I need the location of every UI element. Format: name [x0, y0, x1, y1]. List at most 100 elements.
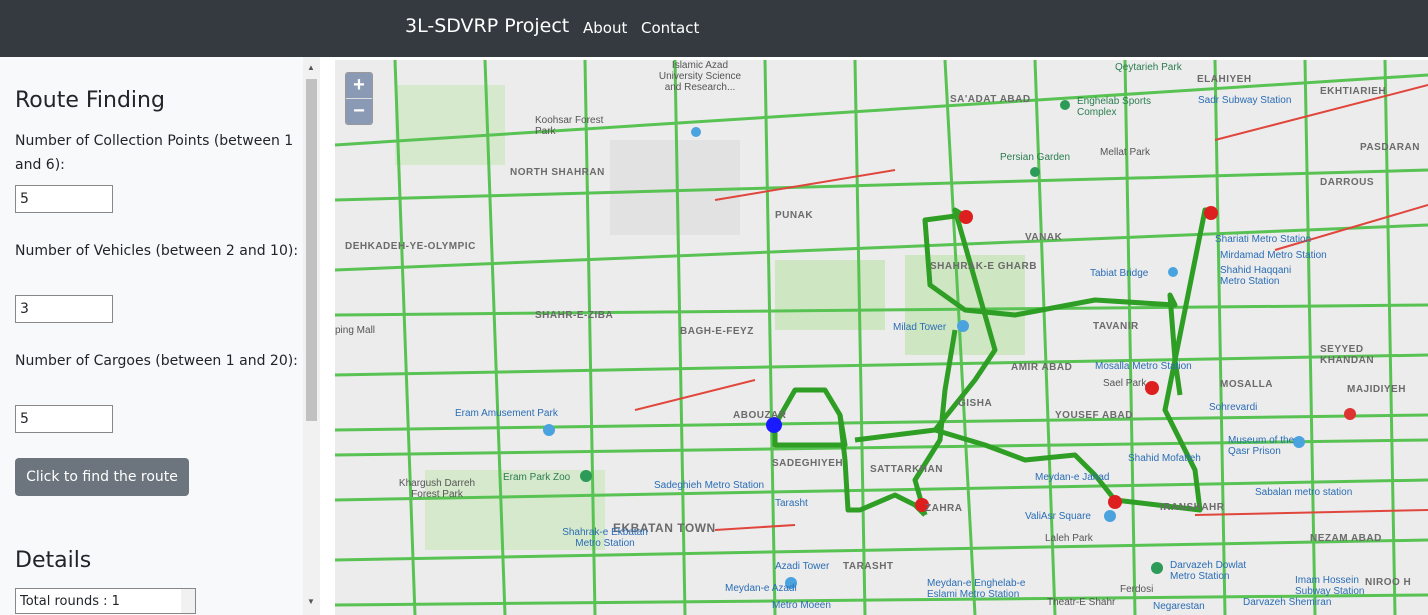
label-abouzar: ABOUZAR [733, 410, 787, 421]
label-milad-tower: Milad Tower [893, 322, 947, 333]
label-meydan-jahad: Meydan-e Jahad [1035, 472, 1110, 483]
find-route-button[interactable]: Click to find the route [15, 458, 189, 496]
label-mosalla: MOSALLA [1220, 379, 1273, 390]
poi-zoo-icon [580, 470, 592, 482]
zoom-out-button[interactable]: − [346, 98, 372, 124]
label-eram-park: Eram Amusement Park [455, 408, 558, 419]
map[interactable]: Qeytarieh Park ELAHIYEH Sadr Subway Stat… [335, 60, 1428, 615]
label-persian-garden: Persian Garden [1000, 152, 1071, 163]
map-block [610, 140, 740, 235]
label-darvazeh-shemiran: Darvazeh Shemiran [1243, 597, 1332, 608]
poi-milad-icon [957, 320, 969, 332]
label-darrous: DARROUS [1320, 177, 1375, 188]
brand-title[interactable]: 3L-SDVRP Project [405, 15, 569, 37]
poi-darvazeh-icon [1151, 562, 1163, 574]
label-sadeghieh-metro: Sadeghieh Metro Station [654, 480, 765, 491]
vehicles-input[interactable]: 3 [15, 295, 113, 323]
label-tarasht-caps: TARASHT [843, 561, 894, 572]
label-metro-moeen: Metro Moeen [772, 600, 831, 611]
label-khargush: Khargush Darreh Forest Park [398, 478, 476, 500]
scroll-down-icon[interactable]: ▼ [307, 597, 315, 606]
navbar: 3L-SDVRP Project About Contact [0, 0, 1428, 57]
label-valiasr-square: ValiAsr Square [1025, 511, 1091, 522]
collection-point-1 [959, 210, 973, 224]
vehicles-label: Number of Vehicles (between 2 and 10): [15, 243, 299, 259]
label-iranshahr: IRANSHAHR [1160, 502, 1225, 513]
poi-eram-icon [543, 424, 555, 436]
sidebar: Route Finding Number of Collection Point… [0, 57, 320, 615]
label-tavanir: TAVANIR [1093, 321, 1139, 332]
label-punak: PUNAK [775, 210, 814, 221]
label-shahid-haqqani: Shahid Haqqani Metro Station [1220, 265, 1292, 287]
label-enghelab-sports: Enghelab Sports Complex [1077, 96, 1151, 118]
label-shahrak-gharb: SHAHRAK-E GHARB [930, 261, 1037, 272]
label-azadi-tower: Azadi Tower [775, 561, 830, 572]
details-textarea[interactable]: Total rounds : 1 [15, 588, 196, 614]
label-gisha: GISHA [958, 398, 993, 409]
label-seyyed-khandan: SEYYED KHANDAN [1320, 344, 1375, 366]
label-sadr: Sadr Subway Station [1198, 95, 1292, 106]
label-ekhtiarieh: EKHTIARIEH [1320, 86, 1387, 97]
label-tarasht: Tarasht [775, 498, 808, 509]
label-amir-abad: AMIR ABAD [1011, 362, 1073, 373]
scroll-up-icon[interactable]: ▲ [307, 63, 315, 72]
label-qeytarieh: Qeytarieh Park [1115, 62, 1182, 73]
label-elahiyeh: ELAHIYEH [1197, 74, 1252, 85]
label-mosalla-metro: Mosalla Metro Station [1095, 361, 1192, 372]
poi-university-icon [691, 127, 701, 137]
label-yousef-abad: YOUSEF ABAD [1055, 410, 1133, 421]
label-mall: ping Mall [335, 325, 376, 336]
sidebar-scrollbar[interactable]: ▲ ▼ [303, 57, 320, 615]
poi-garden-icon [1030, 167, 1040, 177]
map-canvas[interactable] [335, 60, 1428, 615]
zoom-in-button[interactable]: + [346, 73, 372, 98]
label-negarestan: Negarestan [1153, 601, 1205, 612]
cargoes-label: Number of Cargoes (between 1 and 20): [15, 353, 298, 369]
nav-link-about[interactable]: About [583, 19, 627, 37]
label-mirdamad-metro: Mirdamad Metro Station [1220, 250, 1327, 261]
label-sadeghiyeh: SADEGHIYEH [772, 458, 844, 469]
label-bagh-e-feyz: BAGH-E-FEYZ [680, 326, 754, 337]
label-meydan-azadi: Meydan-e Azadi [725, 583, 797, 594]
label-pasdaran: PASDARAN [1360, 142, 1420, 153]
label-laleh-park: Laleh Park [1045, 533, 1093, 544]
label-shahid-mofatteh: Shahid Mofatteh [1128, 453, 1201, 464]
label-shahr-e-ziba: SHAHR-E-ZIBA [535, 310, 614, 321]
collection-point-5 [1108, 495, 1122, 509]
label-zahra: ZAHRA [925, 503, 963, 514]
label-sohrevardi: Sohrevardi [1209, 402, 1258, 413]
poi-alert-icon [1344, 408, 1356, 420]
scroll-thumb[interactable] [306, 79, 317, 421]
cargoes-input[interactable]: 5 [15, 405, 113, 433]
label-koohsar: Koohsar Forest Park [535, 115, 604, 137]
map-park-west [775, 260, 885, 330]
details-scrollbar[interactable] [181, 589, 195, 613]
details-text: Total rounds : 1 [20, 594, 120, 609]
route-finding-title: Route Finding [15, 88, 165, 113]
label-sabalan-metro: Sabalan metro station [1255, 487, 1353, 498]
label-mellat-park: Mellat Park [1100, 147, 1151, 158]
label-darvazeh-dowlat: Darvazeh Dowlat Metro Station [1170, 560, 1247, 582]
poi-bridge-icon [1168, 267, 1178, 277]
label-eram-zoo: Eram Park Zoo [503, 472, 571, 483]
zoom-control: + − [345, 72, 373, 125]
label-theatr-shahr: Theatr-E Shahr [1047, 597, 1116, 608]
label-north-shahran: NORTH SHAHRAN [510, 167, 605, 178]
label-meydan-enghelab: Meydan-e Enghelab-e Eslami Metro Station [927, 578, 1026, 600]
label-tabiat-bridge: Tabiat Bridge [1090, 268, 1149, 279]
nav-link-contact[interactable]: Contact [641, 19, 699, 37]
collection-points-input[interactable]: 5 [15, 185, 113, 213]
label-ferdosi: Ferdosi [1120, 584, 1154, 595]
label-niroo: NIROO H [1365, 577, 1412, 588]
details-title: Details [15, 548, 92, 573]
collection-points-label: Number of Collection Points (between 1 a… [15, 133, 294, 173]
label-saadat-abad: SA'ADAT ABAD [950, 94, 1031, 105]
label-islamic-azad: Islamic Azad University Science and Rese… [658, 60, 742, 93]
label-dehkadeh: DEHKADEH-YE-OLYMPIC [345, 241, 476, 252]
label-museum-qasr: Museum of the Qasr Prison [1228, 435, 1295, 457]
poi-valiasr-icon [1104, 510, 1116, 522]
poi-sports-icon [1060, 100, 1070, 110]
label-sael-park: Sael Park [1103, 378, 1147, 389]
collection-point-2 [1204, 206, 1218, 220]
label-majidiyeh: MAJIDIYEH [1347, 384, 1406, 395]
